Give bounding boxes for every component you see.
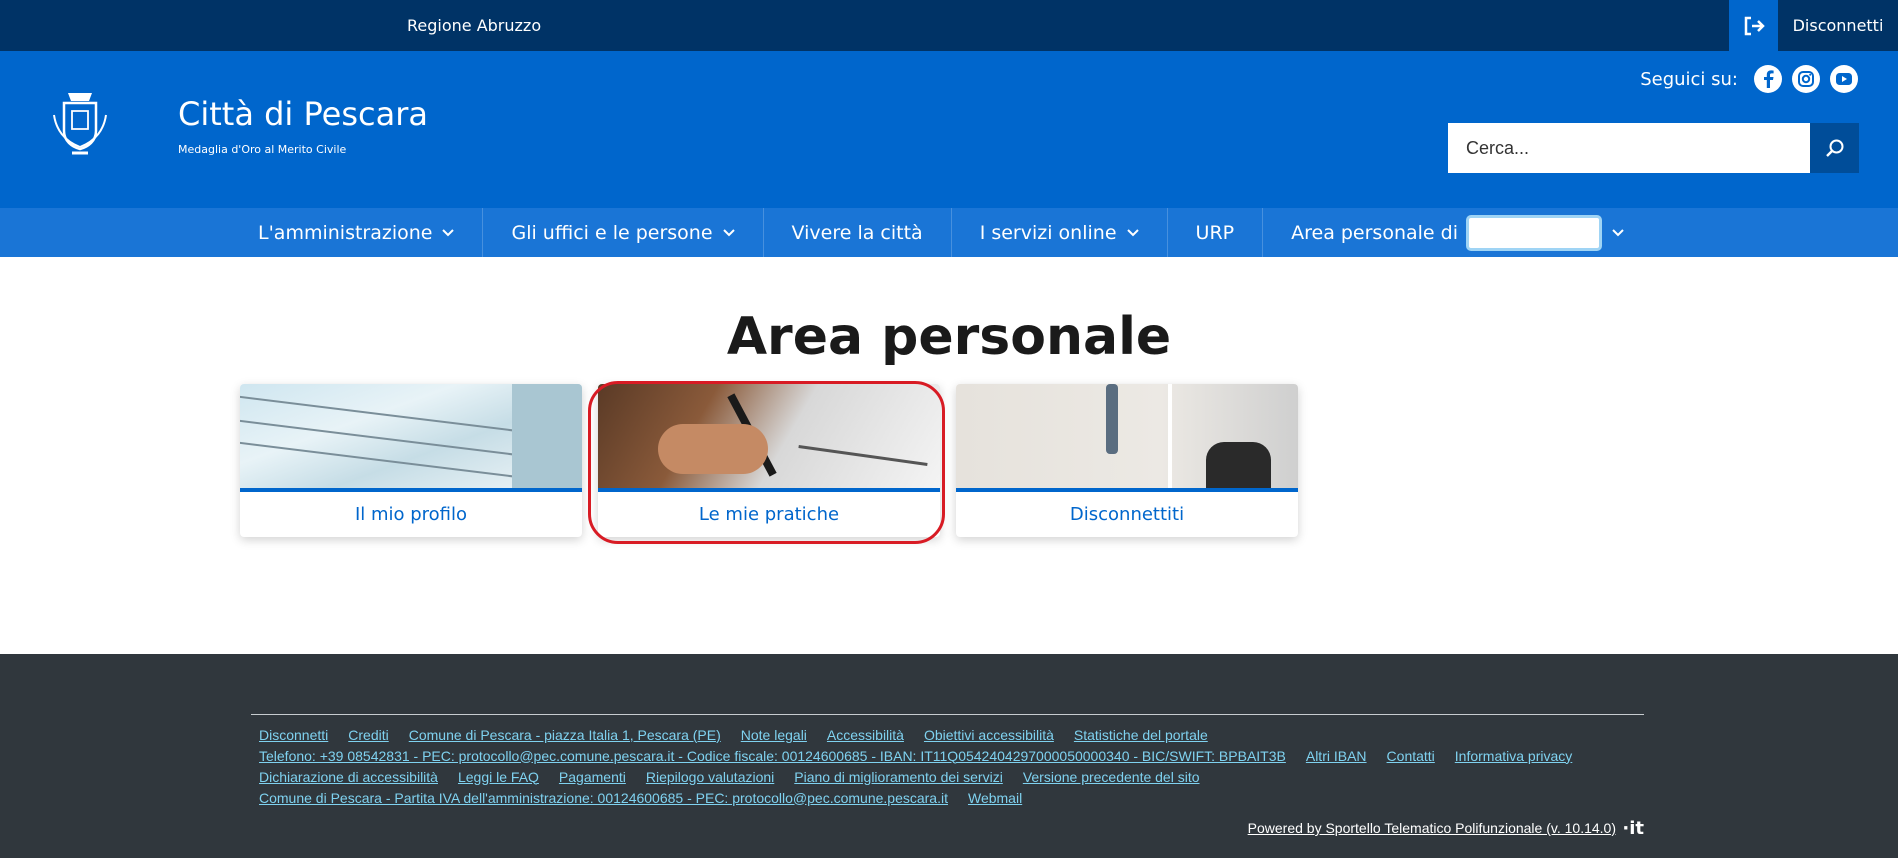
footer-link[interactable]: Comune di Pescara - Partita IVA dell'amm… [259, 790, 948, 806]
powered-by-link[interactable]: Powered by Sportello Telematico Polifunz… [1248, 820, 1616, 836]
search-input[interactable] [1448, 123, 1810, 173]
region-link[interactable]: Regione Abruzzo [407, 16, 541, 35]
logout-area[interactable]: Disconnetti [1729, 0, 1898, 51]
site-title[interactable]: Città di Pescara [178, 95, 428, 133]
page-title: Area personale [726, 307, 1172, 367]
identity-card-image [240, 384, 582, 488]
top-bar: Regione Abruzzo Disconnetti [0, 0, 1898, 51]
search-icon [1825, 139, 1843, 157]
chevron-down-icon [442, 228, 455, 237]
card-logout[interactable]: Disconnettiti [956, 384, 1298, 537]
footer-link[interactable]: Comune di Pescara - piazza Italia 1, Pes… [409, 727, 721, 743]
footer-link[interactable]: Obiettivi accessibilità [924, 727, 1054, 743]
site-footer: Disconnetti Crediti Comune di Pescara - … [0, 654, 1898, 858]
logout-button[interactable]: Disconnetti [1778, 0, 1898, 51]
youtube-icon[interactable] [1830, 65, 1858, 93]
card-my-profile[interactable]: Il mio profilo [240, 384, 582, 537]
footer-divider [251, 714, 1644, 715]
footer-link[interactable]: Accessibilità [827, 727, 904, 743]
personal-area-cards: Il mio profilo Le mie pratiche Disconnet… [240, 384, 1298, 537]
nav-item-uffici[interactable]: Gli uffici e le persone [483, 208, 764, 257]
card-label[interactable]: Disconnettiti [956, 492, 1298, 537]
nav-item-amministrazione[interactable]: L'amministrazione [230, 208, 484, 257]
footer-row: Disconnetti Crediti Comune di Pescara - … [259, 724, 1649, 745]
footer-link[interactable]: Disconnetti [259, 727, 328, 743]
footer-row: Dichiarazione di accessibilità Leggi le … [259, 766, 1649, 787]
chevron-down-icon [1612, 228, 1624, 237]
social-links: Seguici su: [1640, 65, 1858, 93]
facebook-icon[interactable] [1754, 65, 1782, 93]
site-subtitle: Medaglia d'Oro al Merito Civile [178, 143, 347, 156]
footer-link[interactable]: Piano di miglioramento dei servizi [794, 769, 1003, 785]
footer-link[interactable]: Contatti [1387, 748, 1435, 764]
instagram-icon[interactable] [1792, 65, 1820, 93]
footer-link[interactable]: Statistiche del portale [1074, 727, 1208, 743]
footer-row: Telefono: +39 08542831 - PEC: protocollo… [259, 745, 1649, 766]
footer-link[interactable]: Altri IBAN [1306, 748, 1367, 764]
sign-out-icon[interactable] [1729, 0, 1778, 51]
footer-link[interactable]: Leggi le FAQ [458, 769, 539, 785]
footer-row: Comune di Pescara - Partita IVA dell'amm… [259, 787, 1649, 808]
site-header: Città di Pescara Medaglia d'Oro al Merit… [0, 51, 1898, 208]
footer-links: Disconnetti Crediti Comune di Pescara - … [259, 724, 1649, 808]
footer-link[interactable]: Crediti [348, 727, 388, 743]
chevron-down-icon [722, 228, 735, 237]
footer-link[interactable]: Webmail [968, 790, 1022, 806]
footer-link[interactable]: Pagamenti [559, 769, 626, 785]
door-exit-image [956, 384, 1298, 488]
nav-item-label: I servizi online [979, 221, 1117, 244]
card-label[interactable]: Il mio profilo [240, 492, 582, 537]
nav-item-label: Area personale di [1291, 221, 1458, 244]
footer-link[interactable]: Dichiarazione di accessibilità [259, 769, 438, 785]
nav-item-vivere[interactable]: Vivere la città [764, 208, 952, 257]
nav-item-label: L'amministrazione [258, 221, 433, 244]
redacted-username [1466, 214, 1602, 251]
footer-link[interactable]: Note legali [741, 727, 807, 743]
it-domain-icon[interactable]: ·it [1622, 818, 1644, 839]
main-nav: L'amministrazione Gli uffici e le person… [0, 208, 1898, 257]
nav-item-servizi[interactable]: I servizi online [952, 208, 1168, 257]
chevron-down-icon [1126, 228, 1139, 237]
footer-link[interactable]: Informativa privacy [1455, 748, 1572, 764]
footer-link[interactable]: Telefono: +39 08542831 - PEC: protocollo… [259, 748, 1286, 764]
footer-link[interactable]: Riepilogo valutazioni [646, 769, 774, 785]
search-button[interactable] [1810, 123, 1859, 173]
nav-item-label: Vivere la città [791, 221, 923, 244]
follow-label: Seguici su: [1640, 68, 1738, 90]
nav-item-urp[interactable]: URP [1168, 208, 1264, 257]
city-crest-icon[interactable] [50, 85, 110, 161]
card-my-practices[interactable]: Le mie pratiche [598, 384, 940, 537]
nav-item-label: URP [1195, 221, 1235, 244]
footer-link[interactable]: Versione precedente del sito [1023, 769, 1200, 785]
search-bar [1448, 123, 1859, 173]
nav-item-label: Gli uffici e le persone [511, 221, 713, 244]
card-label[interactable]: Le mie pratiche [598, 492, 940, 537]
nav-item-area-personale[interactable]: Area personale di [1263, 208, 1652, 257]
signing-document-image [598, 384, 940, 488]
